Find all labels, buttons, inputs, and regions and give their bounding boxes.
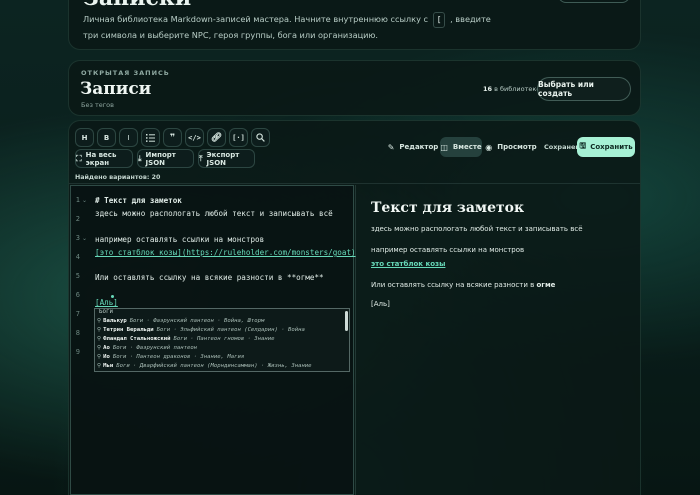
- fold-icon[interactable]: ⌄: [82, 197, 87, 204]
- library-header: Записки Личная библиотека Markdown-запис…: [68, 0, 641, 50]
- preview-link[interactable]: это статблок козы: [371, 260, 445, 268]
- line-number: 5: [75, 272, 80, 280]
- preview-paragraph: здесь можно распологать любой текст и за…: [371, 225, 583, 233]
- export-json-button[interactable]: ⤒ Экспорт JSON: [198, 149, 255, 168]
- preview-paragraph: Или оставлять ссылку на всякие разности …: [371, 281, 556, 289]
- pin-icon: ⚲: [97, 336, 102, 342]
- toolbar-divider: [69, 183, 640, 184]
- columns-icon: ◫: [440, 142, 448, 152]
- fullscreen-button[interactable]: ⛶ На весь экран: [75, 149, 133, 168]
- code-line: например оставлять ссылки на монстров: [95, 235, 265, 244]
- pencil-icon: ✎: [387, 142, 395, 152]
- code-line: здесь можно распологать любой текст и за…: [95, 209, 333, 218]
- fold-icon[interactable]: ⌄: [82, 235, 87, 242]
- line-number: 3: [75, 234, 80, 242]
- code-icon: </>: [188, 133, 201, 142]
- code-line: # Текст для заметок: [95, 196, 182, 205]
- list-button[interactable]: [141, 128, 160, 147]
- save-button[interactable]: 🖫 Сохранить: [577, 137, 635, 157]
- pin-icon: ⚲: [97, 363, 102, 369]
- bracket-key: [: [432, 12, 446, 28]
- code-line: Или оставлять ссылку на всякие разности …: [95, 273, 324, 282]
- heading-button[interactable]: H: [75, 128, 94, 147]
- pin-icon: ⚲: [97, 345, 102, 351]
- found-count: Найдено вариантов: 20: [75, 174, 161, 181]
- bold-button[interactable]: B: [97, 128, 116, 147]
- record-title: Записи: [80, 79, 152, 99]
- line-number: 4: [75, 253, 80, 261]
- italic-button[interactable]: I: [119, 128, 138, 147]
- library-title: Записки: [83, 0, 191, 11]
- autocomplete-item[interactable]: ⚲ Ао Боги · Фаэрунский пантеон: [97, 344, 343, 353]
- autocomplete-group: Боги: [99, 309, 113, 315]
- line-number: 8: [75, 329, 80, 337]
- line-number: 7: [75, 310, 80, 318]
- library-count: 16 в библиотеке: [483, 85, 541, 93]
- record-eyebrow: ОТКРЫТАЯ ЗАПИСЬ: [81, 69, 170, 77]
- line-number: 2: [75, 215, 80, 223]
- preview-heading: Текст для заметок: [371, 200, 525, 216]
- line-number: 9: [75, 348, 80, 356]
- preview-paragraph: [Аль]: [371, 300, 390, 308]
- mode-together-button[interactable]: ◫ Вместе: [440, 137, 482, 157]
- scrollbar[interactable]: [345, 311, 348, 331]
- eye-icon: ◉: [485, 142, 493, 152]
- header-action-button[interactable]: [558, 0, 630, 3]
- code-line: [это статблок козы](https://ruleholder.c…: [95, 248, 356, 257]
- search-button[interactable]: [251, 128, 270, 147]
- upload-icon: ⤒: [199, 153, 203, 163]
- quote-icon: ❞: [169, 132, 176, 143]
- pin-icon: ⚲: [97, 318, 102, 324]
- heading-icon: H: [81, 133, 88, 142]
- search-icon: [256, 133, 265, 142]
- pin-icon: ⚲: [97, 354, 102, 360]
- line-number: 6: [75, 291, 80, 299]
- preview-paragraph: например оставлять ссылки на монстров: [371, 246, 525, 254]
- text-cursor: [111, 295, 114, 298]
- bracket-icon: [·]: [232, 133, 245, 142]
- link-button[interactable]: 🔗︎: [207, 128, 226, 147]
- quote-button[interactable]: ❞: [163, 128, 182, 147]
- import-json-button[interactable]: ⤓ Импорт JSON: [137, 149, 194, 168]
- autocomplete-item[interactable]: ⚲ Тетрин Веральди Боги · Эльфийский пантео…: [97, 326, 343, 335]
- autocomplete-dropdown[interactable]: Боги ⚲ Валькур Боги · Фаэрунский пантеон ·…: [94, 308, 350, 372]
- pick-or-create-button[interactable]: Выбрать или создать: [537, 77, 631, 101]
- mode-preview-button[interactable]: ◉ Просмотр: [485, 137, 537, 157]
- open-record-panel: ОТКРЫТАЯ ЗАПИСЬ Записи Без тегов 16 в би…: [68, 60, 641, 116]
- library-description: Личная библиотека Markdown-записей масте…: [83, 12, 491, 40]
- wikilink-button[interactable]: [·]: [229, 128, 248, 147]
- pane-divider: [355, 185, 356, 495]
- line-number: 1: [75, 196, 80, 204]
- code-line: [Аль]: [95, 298, 118, 307]
- autocomplete-item[interactable]: ⚲ Мьи Боги · Дварфийский пантеон (Морндинс…: [97, 362, 343, 371]
- list-icon: [146, 133, 155, 142]
- autocomplete-item[interactable]: ⚲ Ио Боги · Пантеон драконов · Знание, Маг…: [97, 353, 343, 362]
- expand-icon: ⛶: [76, 153, 82, 163]
- pin-icon: ⚲: [97, 327, 102, 333]
- link-icon: 🔗︎: [210, 132, 223, 143]
- code-button[interactable]: </>: [185, 128, 204, 147]
- autocomplete-item[interactable]: ⚲ Валькур Боги · Фаэрунский пантеон · Войн…: [97, 317, 343, 326]
- floppy-icon: 🖫: [579, 141, 587, 150]
- autocomplete-item[interactable]: ⚲ Фландал Стальножский Боги · Пантеон гном…: [97, 335, 343, 344]
- mode-editor-button[interactable]: ✎ Редактор: [387, 137, 439, 157]
- record-tags: Без тегов: [81, 101, 114, 109]
- download-icon: ⤓: [138, 153, 142, 163]
